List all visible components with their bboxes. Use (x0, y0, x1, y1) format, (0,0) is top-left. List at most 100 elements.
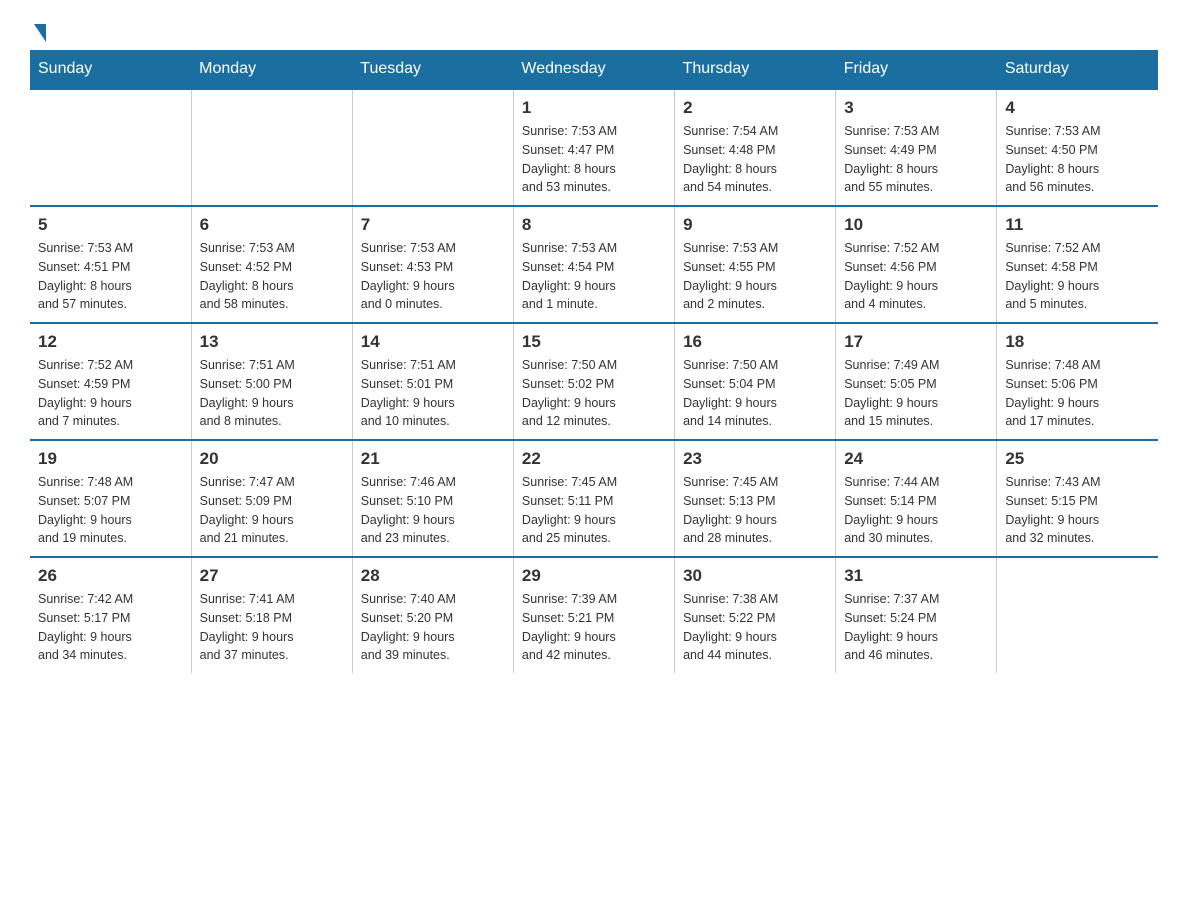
table-row (997, 557, 1158, 673)
day-info: Sunrise: 7:46 AM Sunset: 5:10 PM Dayligh… (361, 473, 505, 548)
day-number: 29 (522, 566, 666, 586)
table-row: 28 Sunrise: 7:40 AM Sunset: 5:20 PM Dayli… (352, 557, 513, 673)
day-number: 22 (522, 449, 666, 469)
table-row: 16 Sunrise: 7:50 AM Sunset: 5:04 PM Dayli… (675, 323, 836, 440)
day-info: Sunrise: 7:53 AM Sunset: 4:50 PM Dayligh… (1005, 122, 1150, 197)
table-row: 4Sunrise: 7:53 AM Sunset: 4:50 PM Daylig… (997, 89, 1158, 206)
day-number: 1 (522, 98, 666, 118)
day-number: 11 (1005, 215, 1150, 235)
calendar-body: 1 Sunrise: 7:53 AM Sunset: 4:47 PM Daylig… (30, 89, 1158, 673)
day-number: 10 (844, 215, 988, 235)
day-number: 20 (200, 449, 344, 469)
day-info: Sunrise: 7:50 AM Sunset: 5:02 PM Dayligh… (522, 356, 666, 431)
day-info: Sunrise: 7:37 AM Sunset: 5:24 PM Dayligh… (844, 590, 988, 665)
day-info: Sunrise: 7:53 AM Sunset: 4:51 PM Dayligh… (38, 239, 183, 314)
logo-arrow-icon (34, 24, 46, 42)
calendar-header: SundayMondayTuesdayWednesdayThursdayFrid… (30, 50, 1158, 89)
day-info: Sunrise: 7:42 AM Sunset: 5:17 PM Dayligh… (38, 590, 183, 665)
day-info: Sunrise: 7:53 AM Sunset: 4:52 PM Dayligh… (200, 239, 344, 314)
table-row: 25 Sunrise: 7:43 AM Sunset: 5:15 PM Dayli… (997, 440, 1158, 557)
day-info: Sunrise: 7:51 AM Sunset: 5:01 PM Dayligh… (361, 356, 505, 431)
week-row-1: 1 Sunrise: 7:53 AM Sunset: 4:47 PM Daylig… (30, 89, 1158, 206)
table-row: 27Sunrise: 7:41 AM Sunset: 5:18 PM Dayli… (191, 557, 352, 673)
table-row: 30 Sunrise: 7:38 AM Sunset: 5:22 PM Dayli… (675, 557, 836, 673)
week-row-3: 12Sunrise: 7:52 AM Sunset: 4:59 PM Dayli… (30, 323, 1158, 440)
logo (30, 20, 46, 40)
day-number: 18 (1005, 332, 1150, 352)
day-info: Sunrise: 7:52 AM Sunset: 4:58 PM Dayligh… (1005, 239, 1150, 314)
day-info: Sunrise: 7:52 AM Sunset: 4:56 PM Dayligh… (844, 239, 988, 314)
day-number: 17 (844, 332, 988, 352)
calendar-table: SundayMondayTuesdayWednesdayThursdayFrid… (30, 50, 1158, 673)
day-number: 27 (200, 566, 344, 586)
table-row (352, 89, 513, 206)
day-info: Sunrise: 7:49 AM Sunset: 5:05 PM Dayligh… (844, 356, 988, 431)
day-info: Sunrise: 7:53 AM Sunset: 4:47 PM Dayligh… (522, 122, 666, 197)
day-info: Sunrise: 7:48 AM Sunset: 5:07 PM Dayligh… (38, 473, 183, 548)
day-info: Sunrise: 7:53 AM Sunset: 4:49 PM Dayligh… (844, 122, 988, 197)
day-number: 13 (200, 332, 344, 352)
day-info: Sunrise: 7:40 AM Sunset: 5:20 PM Dayligh… (361, 590, 505, 665)
table-row: 2 Sunrise: 7:54 AM Sunset: 4:48 PM Daylig… (675, 89, 836, 206)
day-number: 21 (361, 449, 505, 469)
table-row (191, 89, 352, 206)
header-tuesday: Tuesday (352, 50, 513, 89)
days-of-week-row: SundayMondayTuesdayWednesdayThursdayFrid… (30, 50, 1158, 89)
week-row-5: 26Sunrise: 7:42 AM Sunset: 5:17 PM Dayli… (30, 557, 1158, 673)
table-row: 19Sunrise: 7:48 AM Sunset: 5:07 PM Dayli… (30, 440, 191, 557)
day-info: Sunrise: 7:44 AM Sunset: 5:14 PM Dayligh… (844, 473, 988, 548)
day-number: 7 (361, 215, 505, 235)
table-row: 18 Sunrise: 7:48 AM Sunset: 5:06 PM Dayli… (997, 323, 1158, 440)
day-number: 28 (361, 566, 505, 586)
day-info: Sunrise: 7:45 AM Sunset: 5:13 PM Dayligh… (683, 473, 827, 548)
table-row: 9Sunrise: 7:53 AM Sunset: 4:55 PM Daylig… (675, 206, 836, 323)
day-number: 30 (683, 566, 827, 586)
day-info: Sunrise: 7:51 AM Sunset: 5:00 PM Dayligh… (200, 356, 344, 431)
day-info: Sunrise: 7:53 AM Sunset: 4:53 PM Dayligh… (361, 239, 505, 314)
day-number: 6 (200, 215, 344, 235)
table-row: 29 Sunrise: 7:39 AM Sunset: 5:21 PM Dayli… (513, 557, 674, 673)
day-info: Sunrise: 7:53 AM Sunset: 4:54 PM Dayligh… (522, 239, 666, 314)
week-row-2: 5 Sunrise: 7:53 AM Sunset: 4:51 PM Daylig… (30, 206, 1158, 323)
table-row (30, 89, 191, 206)
table-row: 21 Sunrise: 7:46 AM Sunset: 5:10 PM Dayli… (352, 440, 513, 557)
table-row: 11 Sunrise: 7:52 AM Sunset: 4:58 PM Dayli… (997, 206, 1158, 323)
day-info: Sunrise: 7:43 AM Sunset: 5:15 PM Dayligh… (1005, 473, 1150, 548)
header-saturday: Saturday (997, 50, 1158, 89)
table-row: 17 Sunrise: 7:49 AM Sunset: 5:05 PM Dayli… (836, 323, 997, 440)
table-row: 24 Sunrise: 7:44 AM Sunset: 5:14 PM Dayli… (836, 440, 997, 557)
day-info: Sunrise: 7:54 AM Sunset: 4:48 PM Dayligh… (683, 122, 827, 197)
day-number: 3 (844, 98, 988, 118)
day-number: 2 (683, 98, 827, 118)
table-row: 15 Sunrise: 7:50 AM Sunset: 5:02 PM Dayli… (513, 323, 674, 440)
day-number: 31 (844, 566, 988, 586)
table-row: 14 Sunrise: 7:51 AM Sunset: 5:01 PM Dayli… (352, 323, 513, 440)
day-number: 16 (683, 332, 827, 352)
table-row: 13 Sunrise: 7:51 AM Sunset: 5:00 PM Dayli… (191, 323, 352, 440)
table-row: 5 Sunrise: 7:53 AM Sunset: 4:51 PM Daylig… (30, 206, 191, 323)
day-number: 24 (844, 449, 988, 469)
table-row: 8 Sunrise: 7:53 AM Sunset: 4:54 PM Daylig… (513, 206, 674, 323)
day-number: 14 (361, 332, 505, 352)
day-info: Sunrise: 7:48 AM Sunset: 5:06 PM Dayligh… (1005, 356, 1150, 431)
table-row: 10 Sunrise: 7:52 AM Sunset: 4:56 PM Dayli… (836, 206, 997, 323)
day-number: 25 (1005, 449, 1150, 469)
table-row: 23Sunrise: 7:45 AM Sunset: 5:13 PM Dayli… (675, 440, 836, 557)
day-info: Sunrise: 7:47 AM Sunset: 5:09 PM Dayligh… (200, 473, 344, 548)
day-info: Sunrise: 7:50 AM Sunset: 5:04 PM Dayligh… (683, 356, 827, 431)
day-info: Sunrise: 7:38 AM Sunset: 5:22 PM Dayligh… (683, 590, 827, 665)
table-row: 3 Sunrise: 7:53 AM Sunset: 4:49 PM Daylig… (836, 89, 997, 206)
header-thursday: Thursday (675, 50, 836, 89)
day-number: 15 (522, 332, 666, 352)
table-row: 31 Sunrise: 7:37 AM Sunset: 5:24 PM Dayli… (836, 557, 997, 673)
table-row: 20 Sunrise: 7:47 AM Sunset: 5:09 PM Dayli… (191, 440, 352, 557)
table-row: 26Sunrise: 7:42 AM Sunset: 5:17 PM Dayli… (30, 557, 191, 673)
header-friday: Friday (836, 50, 997, 89)
day-info: Sunrise: 7:45 AM Sunset: 5:11 PM Dayligh… (522, 473, 666, 548)
day-number: 8 (522, 215, 666, 235)
day-number: 5 (38, 215, 183, 235)
table-row: 6 Sunrise: 7:53 AM Sunset: 4:52 PM Daylig… (191, 206, 352, 323)
day-info: Sunrise: 7:39 AM Sunset: 5:21 PM Dayligh… (522, 590, 666, 665)
table-row: 1 Sunrise: 7:53 AM Sunset: 4:47 PM Daylig… (513, 89, 674, 206)
week-row-4: 19Sunrise: 7:48 AM Sunset: 5:07 PM Dayli… (30, 440, 1158, 557)
